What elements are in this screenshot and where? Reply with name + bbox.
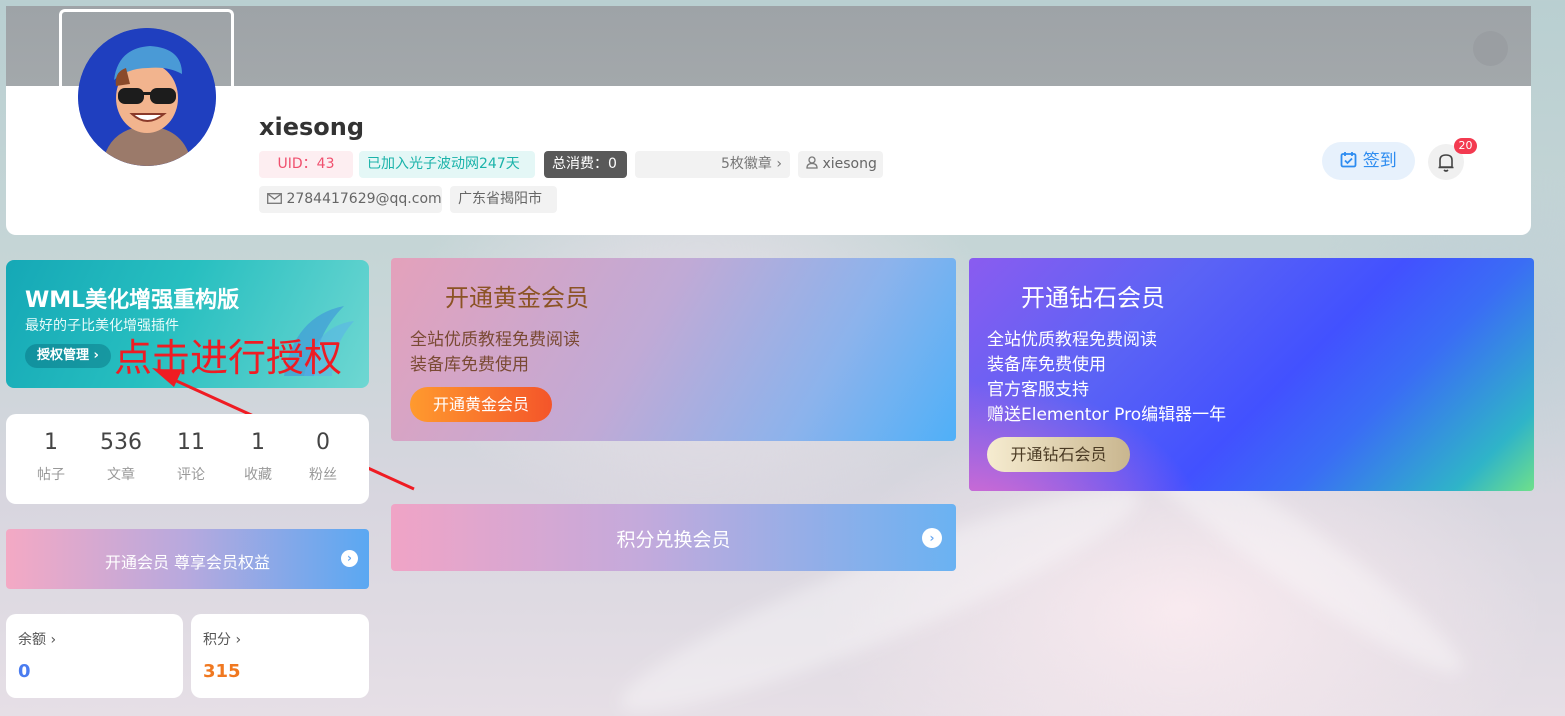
gold-title: 开通黄金会员 — [445, 284, 589, 312]
balance-label: 余额 › — [18, 632, 57, 648]
gold-membership-card: 开通黄金会员 全站优质教程免费阅读 装备库免费使用 开通黄金会员 — [391, 258, 956, 441]
user-stats-card: 1 帖子 536 文章 11 评论 1 收藏 0 粉丝 — [6, 414, 369, 504]
balance-card[interactable]: 余额 › 0 — [6, 614, 183, 698]
diamond-membership-card: 开通钻石会员 全站优质教程免费阅读 装备库免费使用 官方客服支持 赠送Eleme… — [969, 258, 1534, 491]
stat-posts[interactable]: 1 帖子 — [16, 430, 86, 484]
stat-value: 1 — [44, 430, 58, 455]
profile-cover — [6, 6, 1531, 86]
profile-card: xiesong UID：43 已加入光子波动网247天 总消费：0 5枚徽章 ›… — [6, 6, 1531, 235]
stat-followers[interactable]: 0 粉丝 — [288, 430, 358, 484]
stat-label: 文章 — [107, 467, 135, 483]
badges-link[interactable]: 5枚徽章 › — [635, 151, 790, 178]
stat-value: 0 — [316, 430, 330, 455]
email-text: 2784417629@qq.com — [286, 191, 442, 207]
open-diamond-button[interactable]: 开通钻石会员 — [987, 437, 1130, 472]
signin-button[interactable]: 签到 — [1322, 142, 1415, 180]
diamond-benefit: 官方客服支持 — [987, 380, 1089, 400]
diamond-benefit: 全站优质教程免费阅读 — [987, 330, 1157, 350]
points-value: 315 — [203, 661, 241, 682]
user-icon — [806, 156, 818, 169]
points-exchange-banner[interactable]: 积分兑换会员 › — [391, 504, 956, 571]
stat-value: 536 — [100, 430, 142, 455]
uid-badge: UID：43 — [259, 151, 353, 178]
avatar[interactable] — [78, 28, 216, 166]
gold-benefit: 全站优质教程免费阅读 — [410, 330, 580, 350]
license-manage-label: 授权管理 — [37, 348, 90, 363]
stat-value: 11 — [177, 430, 205, 455]
arrow-right-circle-icon: › — [922, 528, 942, 548]
calendar-check-icon — [1340, 152, 1357, 168]
stat-value: 1 — [251, 430, 265, 455]
arrow-right-circle-icon: › — [341, 550, 358, 567]
stat-favorites[interactable]: 1 收藏 — [223, 430, 293, 484]
open-vip-text: 开通会员 尊享会员权益 — [104, 553, 271, 572]
stat-label: 评论 — [177, 467, 205, 483]
avatar-illustration — [78, 28, 216, 166]
points-exchange-text: 积分兑换会员 — [616, 529, 731, 551]
annotation-text: 点击进行授权 — [114, 336, 343, 380]
signin-label: 签到 — [1362, 151, 1397, 171]
promo-title: WML美化增强重构版 — [25, 288, 240, 313]
total-spend-badge: 总消费：0 — [544, 151, 627, 178]
open-gold-button[interactable]: 开通黄金会员 — [410, 387, 552, 422]
diamond-benefit: 赠送Elementor Pro编辑器一年 — [987, 405, 1227, 425]
license-manage-button[interactable]: 授权管理 › — [25, 344, 111, 368]
login-name-badge: xiesong — [798, 151, 883, 178]
chevron-right-icon: › — [776, 156, 782, 172]
badges-count: 5枚徽章 — [721, 156, 772, 172]
background-streak — [605, 458, 1155, 716]
location-badge: 广东省揭阳市 — [450, 186, 557, 213]
stat-label: 收藏 — [244, 467, 272, 483]
points-label: 积分 › — [203, 632, 242, 648]
points-card[interactable]: 积分 › 315 — [191, 614, 369, 698]
balance-value: 0 — [18, 661, 31, 682]
stat-label: 粉丝 — [309, 467, 337, 483]
open-vip-banner[interactable]: 开通会员 尊享会员权益 › — [6, 529, 369, 589]
notification-count-badge: 20 — [1454, 138, 1477, 154]
diamond-benefit: 装备库免费使用 — [987, 355, 1106, 375]
stat-articles[interactable]: 536 文章 — [86, 430, 156, 484]
login-name-text: xiesong — [822, 156, 877, 172]
stat-label: 帖子 — [37, 467, 65, 483]
username: xiesong — [259, 113, 365, 141]
joined-days-badge: 已加入光子波动网247天 — [359, 151, 535, 178]
gold-benefit: 装备库免费使用 — [410, 355, 529, 375]
mail-icon — [267, 193, 282, 204]
diamond-title: 开通钻石会员 — [1021, 284, 1165, 312]
cover-action-button[interactable] — [1473, 31, 1508, 66]
stat-comments[interactable]: 11 评论 — [156, 430, 226, 484]
email-badge: 2784417629@qq.com — [259, 186, 442, 213]
